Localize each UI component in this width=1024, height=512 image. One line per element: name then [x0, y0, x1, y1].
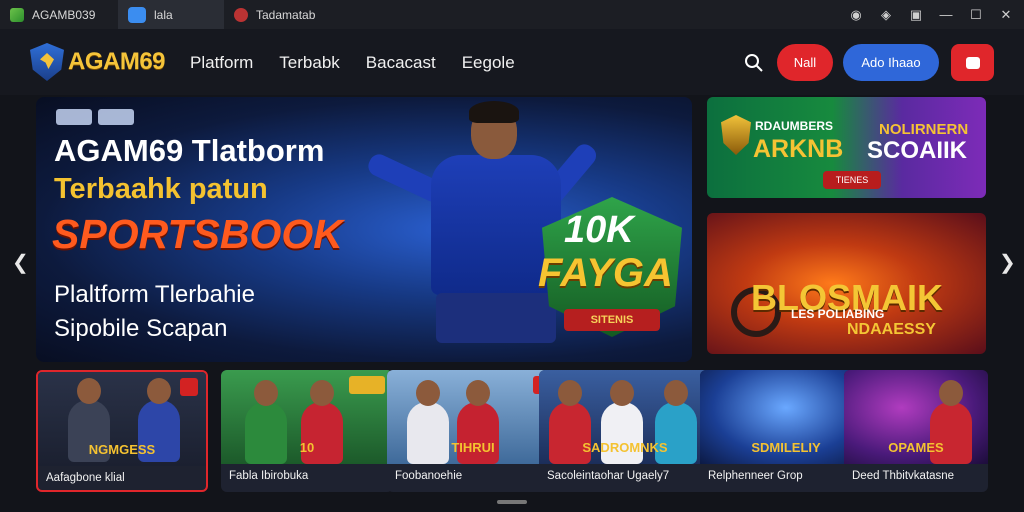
hero-text-1: Plaltform Tlerbahie [54, 281, 255, 308]
register-button[interactable]: Ado Ihaao [843, 44, 939, 81]
promo-tag-icon [349, 376, 385, 394]
tab-favicon-icon [234, 7, 248, 22]
promo-title: ARKNB [753, 135, 844, 163]
login-button[interactable]: Nall [777, 44, 833, 81]
club-crest-icon [721, 115, 751, 155]
search-icon[interactable] [744, 53, 764, 73]
browser-tab[interactable]: AGAMB039 [0, 0, 118, 29]
shield-icon[interactable]: ◈ [878, 7, 894, 23]
window-titlebar: AGAMB039 lala Tadamatab ◉ ◈ ▣ — ☐ ✕ [0, 0, 1024, 29]
tab-label: AGAMB039 [32, 7, 96, 22]
tab-label: Tadamatab [256, 7, 316, 22]
game-thumbnail-text: SADROMNKS [582, 440, 668, 455]
stadium-light-icon [98, 109, 134, 125]
menu-item-bacacast[interactable]: Bacacast [366, 53, 436, 73]
game-thumbnail-text: OPAMES [888, 440, 944, 455]
hero-headline: SPORTSBOOK [52, 211, 343, 257]
stadium-light-icon [56, 109, 92, 125]
site-header: AGAM69 Platform Terbabk Bacacast Eegole … [0, 29, 1024, 95]
promo-label: RDAUMBERS [755, 119, 833, 133]
game-card-title: Aafagbone klial [46, 472, 125, 484]
carousel-prev-icon[interactable]: ❮ [12, 250, 29, 275]
hero-text-2: Sipobile Scapan [54, 315, 228, 342]
promo-card[interactable]: RDAUMBERS ARKNB NOLIRNERN SCOAIIK TIENES [707, 97, 986, 198]
game-card-title: Relphenneer Grop [708, 470, 803, 482]
hero-subtitle: Terbaahk patun [54, 173, 268, 205]
share-icon[interactable]: ▣ [908, 7, 924, 23]
badge-ribbon: SITENIS [564, 309, 660, 331]
game-card[interactable]: TIHRUI Foobanoehie [387, 370, 559, 492]
menu-item-platform[interactable]: Platform [190, 53, 253, 73]
hero-title: AGAM69 Tlatborm [54, 133, 325, 168]
game-card-title: Deed Thbitvkatasne [852, 470, 955, 482]
game-card-row: NGMGESS Aafagbone klial 10 Fabla Ibirobu… [36, 370, 988, 492]
menu-item-eegole[interactable]: Eegole [462, 53, 515, 73]
game-card-title: Fabla Ibirobuka [229, 470, 309, 482]
maximize-icon[interactable]: ☐ [968, 7, 984, 23]
main-menu: Platform Terbabk Bacacast Eegole [190, 53, 515, 73]
browser-tab[interactable]: Tadamatab [224, 0, 364, 29]
promo-label: LES POLIABING [791, 307, 885, 321]
chat-button[interactable] [951, 44, 994, 81]
minimize-icon[interactable]: — [938, 7, 954, 23]
page-scroll-indicator[interactable] [497, 500, 527, 504]
game-thumbnail-text: 10 [299, 440, 315, 455]
hot-tag-icon [180, 378, 198, 396]
browser-tab-active[interactable]: lala [118, 0, 224, 29]
site-logo[interactable]: AGAM69 [30, 43, 166, 81]
game-thumbnail-text: NGMGESS [88, 442, 156, 457]
tab-label: lala [154, 7, 173, 22]
logo-shield-icon [30, 43, 64, 81]
game-card[interactable]: OPAMES Deed Thbitvkatasne [844, 370, 988, 492]
game-card-title: Sacoleintaohar Ugaely7 [547, 470, 670, 482]
promo-label: NOLIRNERN [879, 121, 969, 138]
carousel-next-icon[interactable]: ❯ [999, 250, 1016, 275]
tab-favicon-icon [10, 7, 24, 22]
window-controls: ◉ ◈ ▣ — ☐ ✕ [848, 0, 1014, 29]
logo-text: AGAM69 [68, 48, 166, 75]
game-card[interactable]: NGMGESS Aafagbone klial [36, 370, 208, 492]
badge-main-text: FAYGA [538, 251, 673, 295]
game-card-title: Foobanoehie [395, 470, 463, 482]
menu-item-terbabk[interactable]: Terbabk [279, 53, 339, 73]
tab-favicon-icon [128, 6, 146, 23]
promo-ribbon: TIENES [823, 171, 881, 189]
badge-top-text: 10K [564, 209, 634, 251]
game-card[interactable]: 10 Fabla Ibirobuka [221, 370, 393, 492]
promo-subtitle: NDAAESSY [847, 321, 936, 338]
game-card[interactable]: SADROMNKS Sacoleintaohar Ugaely7 [539, 370, 711, 492]
hero-banner[interactable]: AGAM69 Tlatborm Terbaahk patun SPORTSBOO… [36, 97, 692, 362]
game-thumbnail-text: TIHRUI [451, 440, 495, 455]
promo-title: SCOAIIK [867, 137, 968, 164]
promo-card[interactable]: BLOSMAIK LES POLIABING NDAAESSY [707, 213, 986, 354]
close-icon[interactable]: ✕ [998, 7, 1014, 23]
extension-icon[interactable]: ◉ [848, 7, 864, 23]
